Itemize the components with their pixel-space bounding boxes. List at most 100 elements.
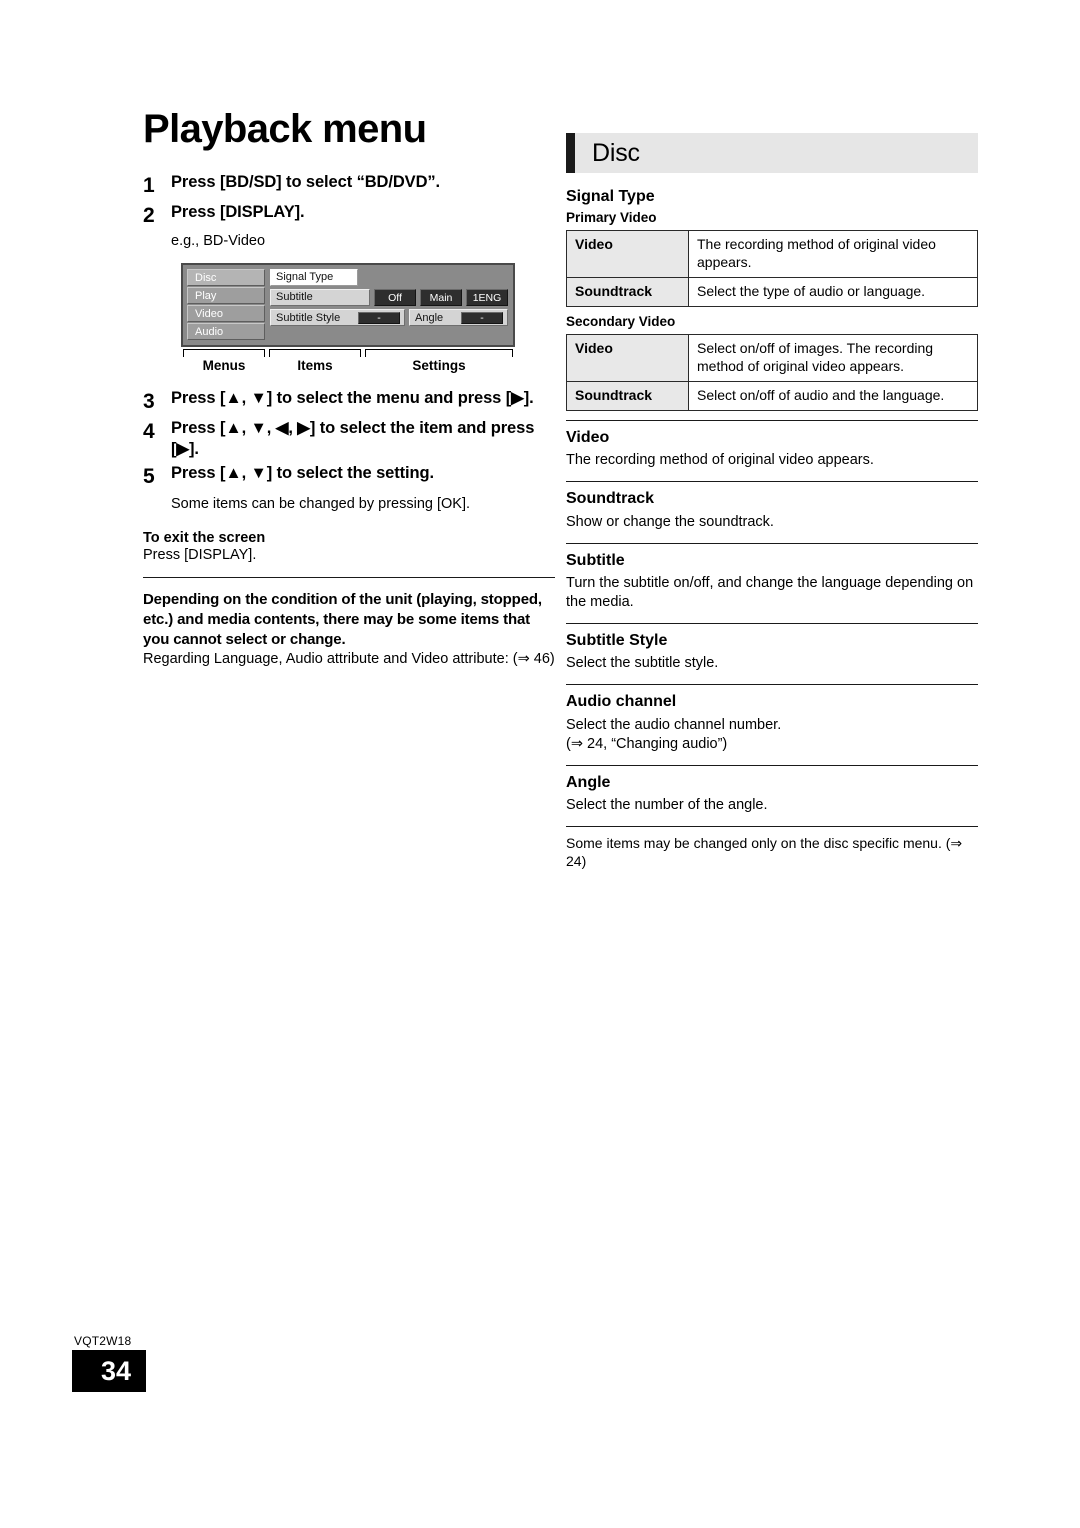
osd-item-signal-type[interactable]: Signal Type [270, 269, 358, 287]
disc-section-header: Disc [566, 133, 978, 173]
osd-item-subtitle[interactable]: Subtitle [270, 289, 370, 307]
subtitle-body: Turn the subtitle on/off, and change the… [566, 574, 974, 610]
step-text: Press [▲, ▼] to select the menu and pres… [171, 388, 534, 407]
page-number-badge: 34 [72, 1350, 146, 1392]
disc-header-label: Disc [592, 138, 640, 167]
step-number: 2 [143, 203, 155, 227]
osd-group-subtitle-style: Subtitle Style - [270, 309, 406, 327]
table-cell-desc: Select the type of audio or language. [688, 277, 978, 308]
osd-menu-item-video[interactable]: Video [187, 305, 265, 323]
step-5-note: Some items can be changed by pressing [O… [171, 496, 471, 513]
osd-items-column: Signal Type Subtitle Off Main 1ENG Subti… [270, 269, 508, 340]
step-number: 1 [143, 174, 155, 197]
osd-setting-angle[interactable]: - [461, 311, 503, 325]
table-row: Soundtrack Select on/off of audio and th… [566, 381, 978, 411]
osd-bracket-settings: Settings [363, 349, 515, 374]
table-row: Video The recording method of original v… [566, 230, 978, 279]
step-text: Press [BD/SD] to select “BD/DVD”. [171, 173, 441, 191]
step-5: 5 Press [▲, ▼] to select the setting. [143, 463, 555, 491]
right-column: Disc Signal Type Primary Video Video The… [566, 133, 978, 871]
section-divider [566, 764, 978, 766]
bracket-line [183, 349, 265, 358]
table-cell-desc: Select on/off of audio and the language. [688, 381, 978, 411]
section-divider [566, 684, 978, 686]
step-text: Press [▲, ▼] to select the setting. [171, 464, 434, 483]
step-2: 2 Press [DISPLAY]. [143, 202, 555, 230]
secondary-video-label: Secondary Video [566, 314, 676, 330]
soundtrack-heading: Soundtrack [566, 490, 655, 508]
warning-body-text: Regarding Language, Audio attribute and … [143, 651, 555, 668]
osd-item-subtitle-style[interactable]: Subtitle Style [276, 312, 353, 324]
osd-bracket-label: Items [297, 358, 333, 374]
osd-row-signal-type: Signal Type [270, 269, 508, 287]
osd-diagram: Disc Play Video Audio Signal Type Subtit… [181, 263, 515, 374]
osd-setting-subtitle-main[interactable]: Main [420, 289, 462, 307]
soundtrack-body: Show or change the soundtrack. [566, 513, 774, 530]
osd-menu-column: Disc Play Video Audio [187, 269, 265, 341]
signal-type-heading: Signal Type [566, 188, 655, 205]
osd-setting-subtitle-style[interactable]: - [358, 311, 401, 325]
step-3: 3 Press [▲, ▼] to select the menu and pr… [143, 388, 555, 416]
audio-channel-heading: Audio channel [566, 693, 677, 711]
exit-screen-heading: To exit the screen [143, 529, 266, 546]
page-title: Playback menu [143, 107, 427, 151]
table-cell-desc: Select on/off of images. The recording m… [688, 334, 978, 383]
section-divider [566, 826, 978, 828]
step-text: Press [▲, ▼, ◀, ▶] to select the item an… [171, 418, 535, 459]
osd-row-filler [362, 269, 508, 286]
step-number: 3 [143, 389, 155, 413]
disc-footnote: Some items may be changed only on the di… [566, 835, 963, 870]
header-accent-bar [566, 133, 575, 173]
osd-bracket-label: Menus [202, 358, 246, 374]
step-1: 1 Press [BD/SD] to select “BD/DVD”. [143, 172, 555, 200]
osd-row-subtitle: Subtitle Off Main 1ENG [270, 289, 508, 307]
table-row: Video Select on/off of images. The recor… [566, 334, 978, 383]
section-divider [566, 420, 978, 421]
video-heading: Video [566, 429, 610, 446]
table-cell-key: Soundtrack [566, 277, 689, 308]
step-2-example-label: e.g., BD-Video [171, 233, 266, 250]
section-divider [566, 542, 978, 544]
subtitle-style-body: Select the subtitle style. [566, 655, 719, 672]
exit-screen-body: Press [DISPLAY]. [143, 546, 257, 563]
osd-menu-item-disc[interactable]: Disc [187, 269, 265, 287]
bracket-line [365, 349, 513, 358]
step-4: 4 Press [▲, ▼, ◀, ▶] to select the item … [143, 418, 555, 462]
left-column: Playback menu 1 Press [BD/SD] to select … [143, 108, 555, 669]
bracket-line [269, 349, 361, 358]
osd-setting-subtitle-language[interactable]: 1ENG [466, 289, 508, 307]
table-row: Soundtrack Select the type of audio or l… [566, 277, 978, 308]
osd-setting-subtitle-onoff[interactable]: Off [374, 289, 416, 307]
osd-row-subtitle-style-angle: Subtitle Style - Angle - [270, 309, 508, 327]
step-number: 5 [143, 465, 155, 489]
section-divider [566, 623, 978, 625]
angle-heading: Angle [566, 773, 611, 791]
primary-video-table: Video The recording method of original v… [566, 230, 978, 308]
section-divider [566, 481, 978, 483]
osd-frame: Disc Play Video Audio Signal Type Subtit… [181, 263, 515, 348]
osd-bracket-items: Items [267, 349, 363, 374]
table-cell-desc: The recording method of original video a… [688, 230, 978, 279]
step-text: Press [DISPLAY]. [171, 202, 305, 221]
table-cell-key: Video [566, 334, 689, 383]
osd-item-angle[interactable]: Angle [415, 312, 456, 324]
osd-bracket-menus: Menus [181, 349, 267, 374]
subtitle-heading: Subtitle [566, 551, 625, 569]
osd-bracket-label: Settings [412, 358, 466, 374]
warning-bold-text: Depending on the condition of the unit (… [143, 590, 542, 648]
section-divider [143, 576, 555, 578]
osd-bracket-labels: Menus Items Settings [181, 349, 515, 374]
osd-menu-item-audio[interactable]: Audio [187, 323, 265, 341]
step-number: 4 [143, 419, 155, 443]
audio-channel-body: Select the audio channel number. (⇒ 24, … [566, 716, 782, 752]
osd-group-angle: Angle - [409, 309, 508, 327]
osd-menu-item-play[interactable]: Play [187, 287, 265, 305]
model-code-label: VQT2W18 [74, 1334, 132, 1348]
secondary-video-table: Video Select on/off of images. The recor… [566, 334, 978, 411]
table-cell-key: Soundtrack [566, 381, 689, 411]
video-body: The recording method of original video a… [566, 452, 874, 469]
primary-video-label: Primary Video [566, 210, 657, 226]
subtitle-style-heading: Subtitle Style [566, 632, 668, 650]
table-cell-key: Video [566, 230, 689, 279]
